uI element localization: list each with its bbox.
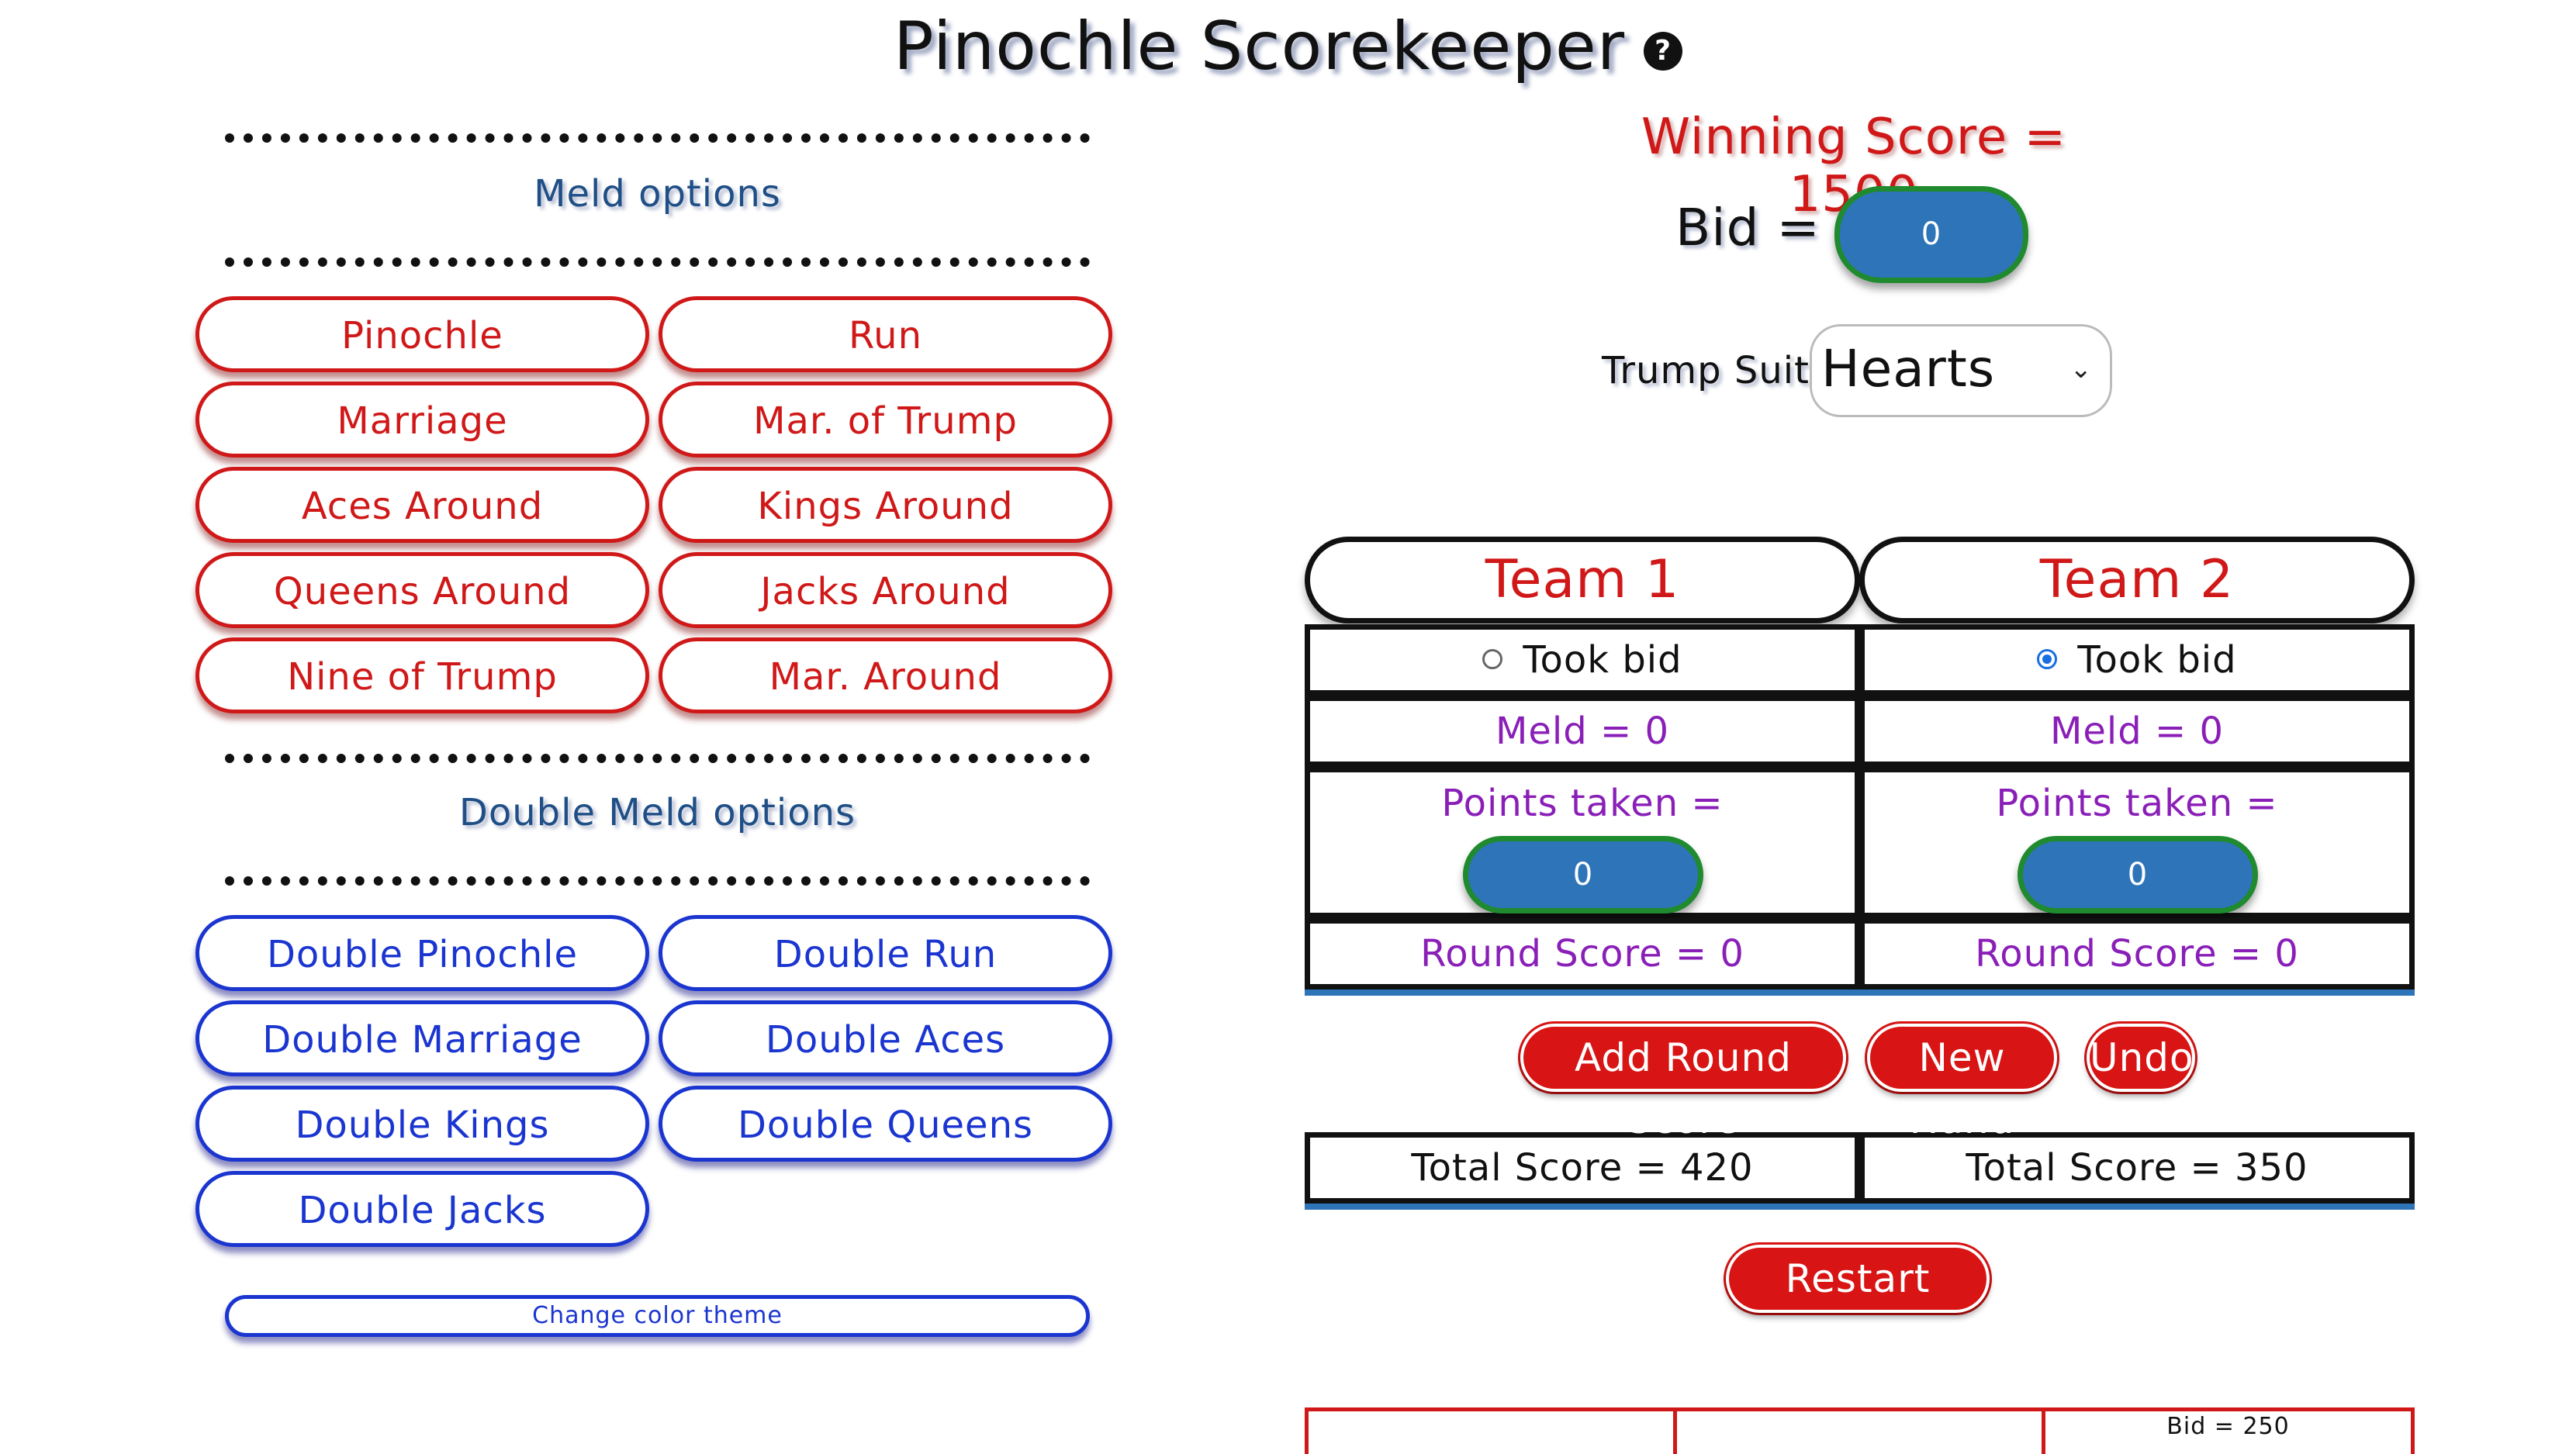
meld-options-heading: Meld options bbox=[534, 172, 781, 216]
team-2-header: Team 2 bbox=[1859, 537, 2415, 623]
double-run-button[interactable]: Double Run bbox=[659, 915, 1112, 991]
team-2-took-bid-radio[interactable] bbox=[2037, 649, 2058, 669]
double-jacks-button[interactable]: Double Jacks bbox=[195, 1171, 649, 1247]
meld-marriage-button[interactable]: Marriage bbox=[195, 382, 649, 458]
meld-marriage-of-trump-button[interactable]: Mar. of Trump bbox=[659, 382, 1112, 458]
question-circle-icon[interactable]: ? bbox=[1644, 31, 1683, 71]
meld-kings-around-button[interactable]: Kings Around bbox=[659, 467, 1112, 543]
new-hand-button[interactable]: New Hand bbox=[1867, 1024, 2057, 1142]
team-2-points-input[interactable]: 0 bbox=[2018, 836, 2258, 913]
meld-jacks-around-button[interactable]: Jacks Around bbox=[659, 552, 1112, 628]
double-pinochle-button[interactable]: Double Pinochle bbox=[195, 915, 649, 991]
divider bbox=[225, 257, 1090, 267]
team-1-points-cell: Points taken = 0 bbox=[1305, 767, 1860, 918]
divider bbox=[225, 876, 1090, 886]
history-cell bbox=[1673, 1407, 2045, 1454]
team-1-took-bid-radio[interactable] bbox=[1482, 649, 1503, 669]
bid-input[interactable]: 0 bbox=[1834, 186, 2028, 283]
team-2-points-label: Points taken = bbox=[1996, 782, 2278, 825]
meld-queens-around-button[interactable]: Queens Around bbox=[195, 552, 649, 628]
team-2-round-score: Round Score = 0 bbox=[1859, 918, 2415, 989]
meld-run-button[interactable]: Run bbox=[659, 296, 1112, 372]
history-cell bbox=[1305, 1407, 1677, 1454]
meld-pinochle-button[interactable]: Pinochle bbox=[195, 296, 649, 372]
trump-suit-label: Trump Suit: bbox=[1602, 349, 1824, 392]
double-aces-button[interactable]: Double Aces bbox=[659, 1000, 1112, 1076]
trump-suit-value: Hearts bbox=[1821, 339, 1996, 399]
trump-suit-select[interactable]: Hearts ⌄ bbox=[1810, 324, 2112, 417]
undo-button[interactable]: Undo bbox=[2087, 1024, 2195, 1092]
team-1-took-bid-label: Took bid bbox=[1523, 638, 1682, 682]
divider bbox=[225, 754, 1090, 763]
team-1-total-score: Total Score = 420 bbox=[1305, 1132, 1860, 1204]
divider bbox=[225, 133, 1090, 143]
chevron-down-icon: ⌄ bbox=[2069, 354, 2093, 385]
team-1-meld: Meld = 0 bbox=[1305, 696, 1860, 767]
team-1-round-score: Round Score = 0 bbox=[1305, 918, 1860, 989]
meld-nine-of-trump-button[interactable]: Nine of Trump bbox=[195, 637, 649, 713]
change-color-theme-button[interactable]: Change color theme bbox=[225, 1295, 1090, 1337]
team-1-took-bid[interactable]: Took bid bbox=[1305, 624, 1860, 696]
app-title: Pinochle Scorekeeper? bbox=[0, 8, 2576, 85]
team-2-points-cell: Points taken = 0 bbox=[1859, 767, 2415, 918]
bid-label: Bid = bbox=[1675, 198, 1820, 257]
add-round-score-button[interactable]: Add Round Score bbox=[1520, 1024, 1846, 1142]
double-kings-button[interactable]: Double Kings bbox=[195, 1086, 649, 1162]
team-1-header: Team 1 bbox=[1305, 537, 1860, 623]
double-queens-button[interactable]: Double Queens bbox=[659, 1086, 1112, 1162]
double-meld-options-heading: Double Meld options bbox=[458, 791, 856, 834]
team-2-took-bid[interactable]: Took bid bbox=[1859, 624, 2415, 696]
history-bid: Bid = 250 bbox=[2042, 1407, 2415, 1454]
team-1-points-input[interactable]: 0 bbox=[1463, 836, 1703, 913]
team-1-points-label: Points taken = bbox=[1441, 782, 1724, 825]
app-title-text: Pinochle Scorekeeper bbox=[893, 8, 1626, 85]
double-marriage-button[interactable]: Double Marriage bbox=[195, 1000, 649, 1076]
team-2-took-bid-label: Took bid bbox=[2077, 638, 2237, 682]
meld-marriage-around-button[interactable]: Mar. Around bbox=[659, 637, 1112, 713]
team-2-meld: Meld = 0 bbox=[1859, 696, 2415, 767]
restart-game-button[interactable]: Restart Game bbox=[1726, 1245, 1990, 1363]
meld-aces-around-button[interactable]: Aces Around bbox=[195, 467, 649, 543]
